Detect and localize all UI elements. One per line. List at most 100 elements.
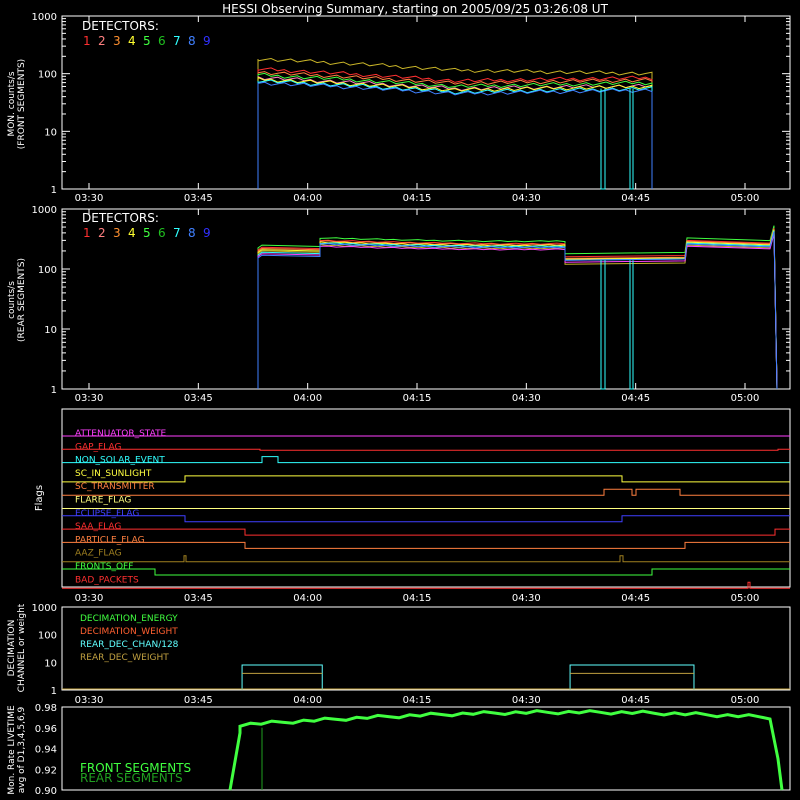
panel5-ylabel-2: avg of D1,3,4,5,6,9 (17, 706, 27, 793)
rear-dropout (600, 260, 606, 390)
x-tick-label: 04:30 (512, 593, 541, 604)
livetime-panel: Mon. Rate LIVETIME avg of D1,3,4,5,6,9 0… (7, 703, 791, 797)
flag-label-saa_flag: SAA_FLAG (75, 522, 121, 532)
panel1-ylabel-1: MON. counts/s (7, 71, 17, 136)
x-tick-label: 04:30 (512, 695, 541, 706)
front-series-line (257, 57, 653, 189)
rear-segments-panel: counts/s (REAR SEGMENTS) DETECTORS: 1234… (7, 205, 791, 404)
rear-series-line (257, 229, 778, 390)
flag-line-saa_flag (62, 528, 790, 536)
panel1-y-ticks (62, 15, 790, 190)
x-tick-label: 04:00 (293, 695, 322, 706)
y-tick-label: 100 (38, 265, 57, 276)
flag-label-flare_flag: FLARE_FLAG (75, 496, 131, 506)
livetime-front-line (228, 709, 784, 791)
x-tick-label: 05:00 (731, 593, 760, 604)
chart-title: HESSI Observing Summary, starting on 200… (222, 2, 608, 16)
panel4-legend: DECIMATION_ENERGY DECIMATION_WEIGHT REAR_D… (80, 614, 179, 663)
legend-number-4: 4 (128, 226, 136, 240)
x-tick-label: 03:45 (184, 593, 213, 604)
x-tick-label: 04:30 (512, 393, 541, 404)
decimation-legend-item: DECIMATION_WEIGHT (80, 627, 178, 637)
y-tick-label: 1000 (32, 205, 57, 216)
rear-series-line (257, 225, 778, 390)
x-tick-label: 04:15 (403, 593, 432, 604)
panel1-legend-numbers: 123456789 (83, 34, 211, 48)
rear-dec-chan-block (569, 664, 695, 690)
legend-number-4: 4 (128, 34, 136, 48)
panel4-x-tick-labels: 03:30 03:45 04:00 04:15 04:30 04:45 05:00 (75, 695, 760, 706)
panel2-ylabel-2: (REAR SEGMENTS) (17, 258, 27, 342)
decimation-panel: DECIMATION CHANNEL or weight DECIMATION_… (7, 603, 791, 706)
x-tick-label: 03:30 (75, 393, 104, 404)
panel1-ylabel-2: (FRONT SEGMENTS) (17, 59, 27, 149)
panel2-x-tick-labels: 03:30 03:45 04:00 04:15 04:30 04:45 05:00 (75, 393, 760, 404)
livetime-legend-item: REAR SEGMENTS (80, 771, 183, 785)
x-tick-label: 04:00 (293, 593, 322, 604)
x-tick-label: 04:15 (403, 695, 432, 706)
flag-label-attenuator_state: ATTENUATOR_STATE (75, 429, 167, 439)
legend-number-1: 1 (83, 34, 91, 48)
x-tick-label: 03:30 (75, 593, 104, 604)
flags-lines: ATTENUATOR_STATE GAP_FLAG NON_SOLAR_EVENT S… (62, 429, 790, 589)
x-tick-label: 03:45 (184, 393, 213, 404)
flag-line-aaz_flag (62, 555, 790, 563)
flag-label-non_solar_event: NON_SOLAR_EVENT (75, 456, 165, 466)
legend-number-5: 5 (143, 34, 151, 48)
legend-number-8: 8 (188, 34, 196, 48)
y-tick-label: 10 (44, 127, 57, 138)
flag-line-fronts_off (62, 568, 790, 576)
panel1-x-tick-labels: 03:30 03:45 04:00 04:15 04:30 04:45 05:00 (75, 193, 760, 204)
rear-dropout (629, 260, 634, 390)
panel1-series (257, 57, 653, 190)
y-tick-label: 10 (44, 658, 57, 669)
legend-number-8: 8 (188, 226, 196, 240)
front-series-line (257, 79, 653, 189)
decimation-legend-item: REAR_DEC_WEIGHT (80, 653, 169, 663)
panel1-legend-title: DETECTORS: (82, 19, 159, 33)
rear-series-line (257, 230, 778, 390)
panel3-x-tick-labels: 03:30 03:45 04:00 04:15 04:30 04:45 05:00 (75, 593, 760, 604)
y-tick-label: 100 (38, 70, 57, 81)
panel4-ylabel-1: DECIMATION (7, 620, 17, 677)
panel4-ylabel-2: CHANNEL or weight (17, 603, 27, 692)
y-tick-label: 0.92 (35, 765, 57, 776)
legend-number-3: 3 (113, 226, 121, 240)
panel2-ylabel-1: counts/s (7, 281, 17, 319)
legend-number-7: 7 (173, 226, 181, 240)
panel4-blocks (62, 664, 790, 690)
rear-series-line (257, 227, 778, 390)
y-tick-label: 0.90 (35, 786, 57, 797)
y-tick-label: 0.96 (35, 724, 57, 735)
panel5-ylabel-1: Mon. Rate LIVETIME (7, 705, 17, 795)
y-tick-label: 1 (51, 686, 57, 697)
x-tick-label: 04:45 (621, 393, 650, 404)
front-dropout (600, 88, 606, 190)
flag-label-fronts_off: FRONTS_OFF (75, 562, 133, 572)
y-tick-label: 10 (44, 325, 57, 336)
x-tick-label: 04:15 (403, 193, 432, 204)
flags-panel: Flags ATTENUATOR_STATE GAP_FLAG NON_SOLAR_… (34, 408, 791, 604)
flag-label-particle_flag: PARTICLE_FLAG (75, 535, 145, 545)
panel2-series (257, 225, 778, 390)
flag-label-aaz_flag: AAZ_FLAG (75, 549, 122, 559)
y-tick-label: 0.94 (35, 745, 57, 756)
y-tick-label: 1 (51, 185, 57, 196)
flags-ylabel: Flags (34, 485, 45, 511)
front-series-line (257, 81, 653, 189)
panel5-legend: FRONT SEGMENTSREAR SEGMENTS (80, 761, 191, 785)
legend-number-5: 5 (143, 226, 151, 240)
x-tick-label: 05:00 (731, 193, 760, 204)
legend-number-1: 1 (83, 226, 91, 240)
rear-dec-chan-block (241, 664, 323, 690)
x-tick-label: 03:45 (184, 695, 213, 706)
panel5-y-tick-labels: 0.90 0.92 0.94 0.96 0.98 (35, 703, 57, 797)
y-tick-label: 1000 (32, 603, 57, 614)
panel2-y-tick-labels: 1 10 100 1000 (32, 205, 57, 396)
rear-series-line (257, 233, 778, 390)
rear-series-line (257, 231, 778, 390)
panel4-y-tick-labels: 1 10 100 1000 (32, 603, 57, 697)
legend-number-9: 9 (203, 34, 211, 48)
legend-number-6: 6 (158, 34, 166, 48)
flag-line-non_solar_event (62, 456, 790, 464)
